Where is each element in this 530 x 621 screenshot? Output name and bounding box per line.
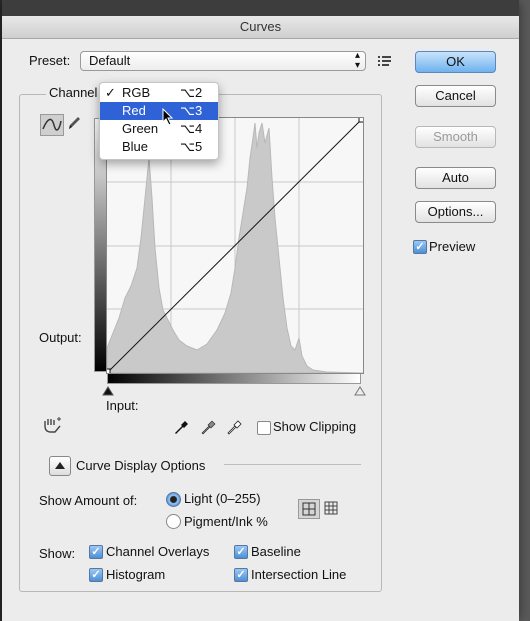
baseline-label: Baseline [251,544,301,559]
menu-item-label: Red [122,103,146,118]
channel-overlays-checkbox[interactable]: ✓ [89,545,103,559]
black-point-slider[interactable] [102,384,114,399]
intersection-line-label: Intersection Line [251,567,347,582]
window-title: Curves [239,19,282,34]
input-label: Input: [106,398,139,413]
menu-item-shortcut: ⌥5 [180,139,203,154]
show-clipping-checkbox[interactable] [257,421,271,435]
channel-menu-item-green[interactable]: Green ⌥4 [100,120,218,138]
white-point-slider[interactable] [354,384,366,399]
pigment-radio[interactable] [166,514,181,529]
menu-item-shortcut: ⌥4 [180,121,203,136]
channel-label: Channel [46,85,101,100]
show-amount-label: Show Amount of: [39,493,138,508]
preset-value: Default [89,53,131,68]
show-clipping-label: Show Clipping [273,419,357,434]
menu-item-label: Green [122,121,159,136]
channel-dropdown-menu: ✓ RGB ⌥2 Red ⌥3 Green ⌥4 Blue ⌥5 [99,82,219,160]
cancel-button[interactable]: Cancel [415,85,496,107]
list-menu-icon[interactable] [378,55,392,70]
white-point-eyedropper-icon[interactable] [227,418,243,439]
show-label: Show: [39,546,76,561]
preset-label: Preset: [29,53,71,68]
preview-checkbox[interactable]: ✓ [413,240,427,254]
curve-display-options-label: Curve Display Options [76,458,206,473]
channel-overlays-label: Channel Overlays [106,544,210,559]
channel-menu-item-blue[interactable]: Blue ⌥5 [100,138,218,156]
preset-select[interactable]: Default ▴ ▾ [80,51,366,71]
histogram-checkbox[interactable]: ✓ [89,568,103,582]
window-top-edge [2,0,519,16]
checkmark-icon: ✓ [105,85,116,100]
output-label: Output: [39,330,82,345]
channel-menu-item-rgb[interactable]: ✓ RGB ⌥2 [100,84,218,102]
select-arrows-icon: ▴ ▾ [354,50,360,71]
auto-button[interactable]: Auto [415,167,496,189]
curve-tool-icon[interactable] [40,114,64,136]
light-radio-label: Light (0–255) [184,491,261,506]
mouse-pointer-icon [162,107,174,129]
menu-item-label: Blue [122,139,149,154]
disclosure-triangle-icon[interactable] [49,456,71,476]
options-button[interactable]: Options... [415,201,496,223]
gray-point-eyedropper-icon[interactable] [201,418,217,439]
menu-item-label: RGB [122,85,151,100]
grid-4x4-icon[interactable] [298,499,320,519]
menu-item-shortcut: ⌥2 [180,85,203,100]
preview-label: Preview [429,239,476,254]
intersection-line-checkbox[interactable]: ✓ [234,568,248,582]
ok-button[interactable]: OK [415,51,496,73]
pencil-icon[interactable] [66,114,82,135]
smooth-button[interactable]: Smooth [415,126,496,148]
curves-dialog: Curves Preset: Default ▴ ▾ OK Cancel Smoo… [2,0,519,621]
section-divider [224,464,361,465]
channel-menu-item-red[interactable]: Red ⌥3 [100,102,218,120]
histogram-label: Histogram [106,567,166,582]
baseline-checkbox[interactable]: ✓ [234,545,248,559]
on-image-adjust-icon[interactable] [42,416,64,437]
light-radio[interactable] [166,492,181,507]
pigment-radio-label: Pigment/Ink % [184,514,268,529]
black-point-eyedropper-icon[interactable] [174,418,190,439]
grid-10x10-icon[interactable] [324,500,340,519]
menu-item-shortcut: ⌥3 [180,103,203,118]
